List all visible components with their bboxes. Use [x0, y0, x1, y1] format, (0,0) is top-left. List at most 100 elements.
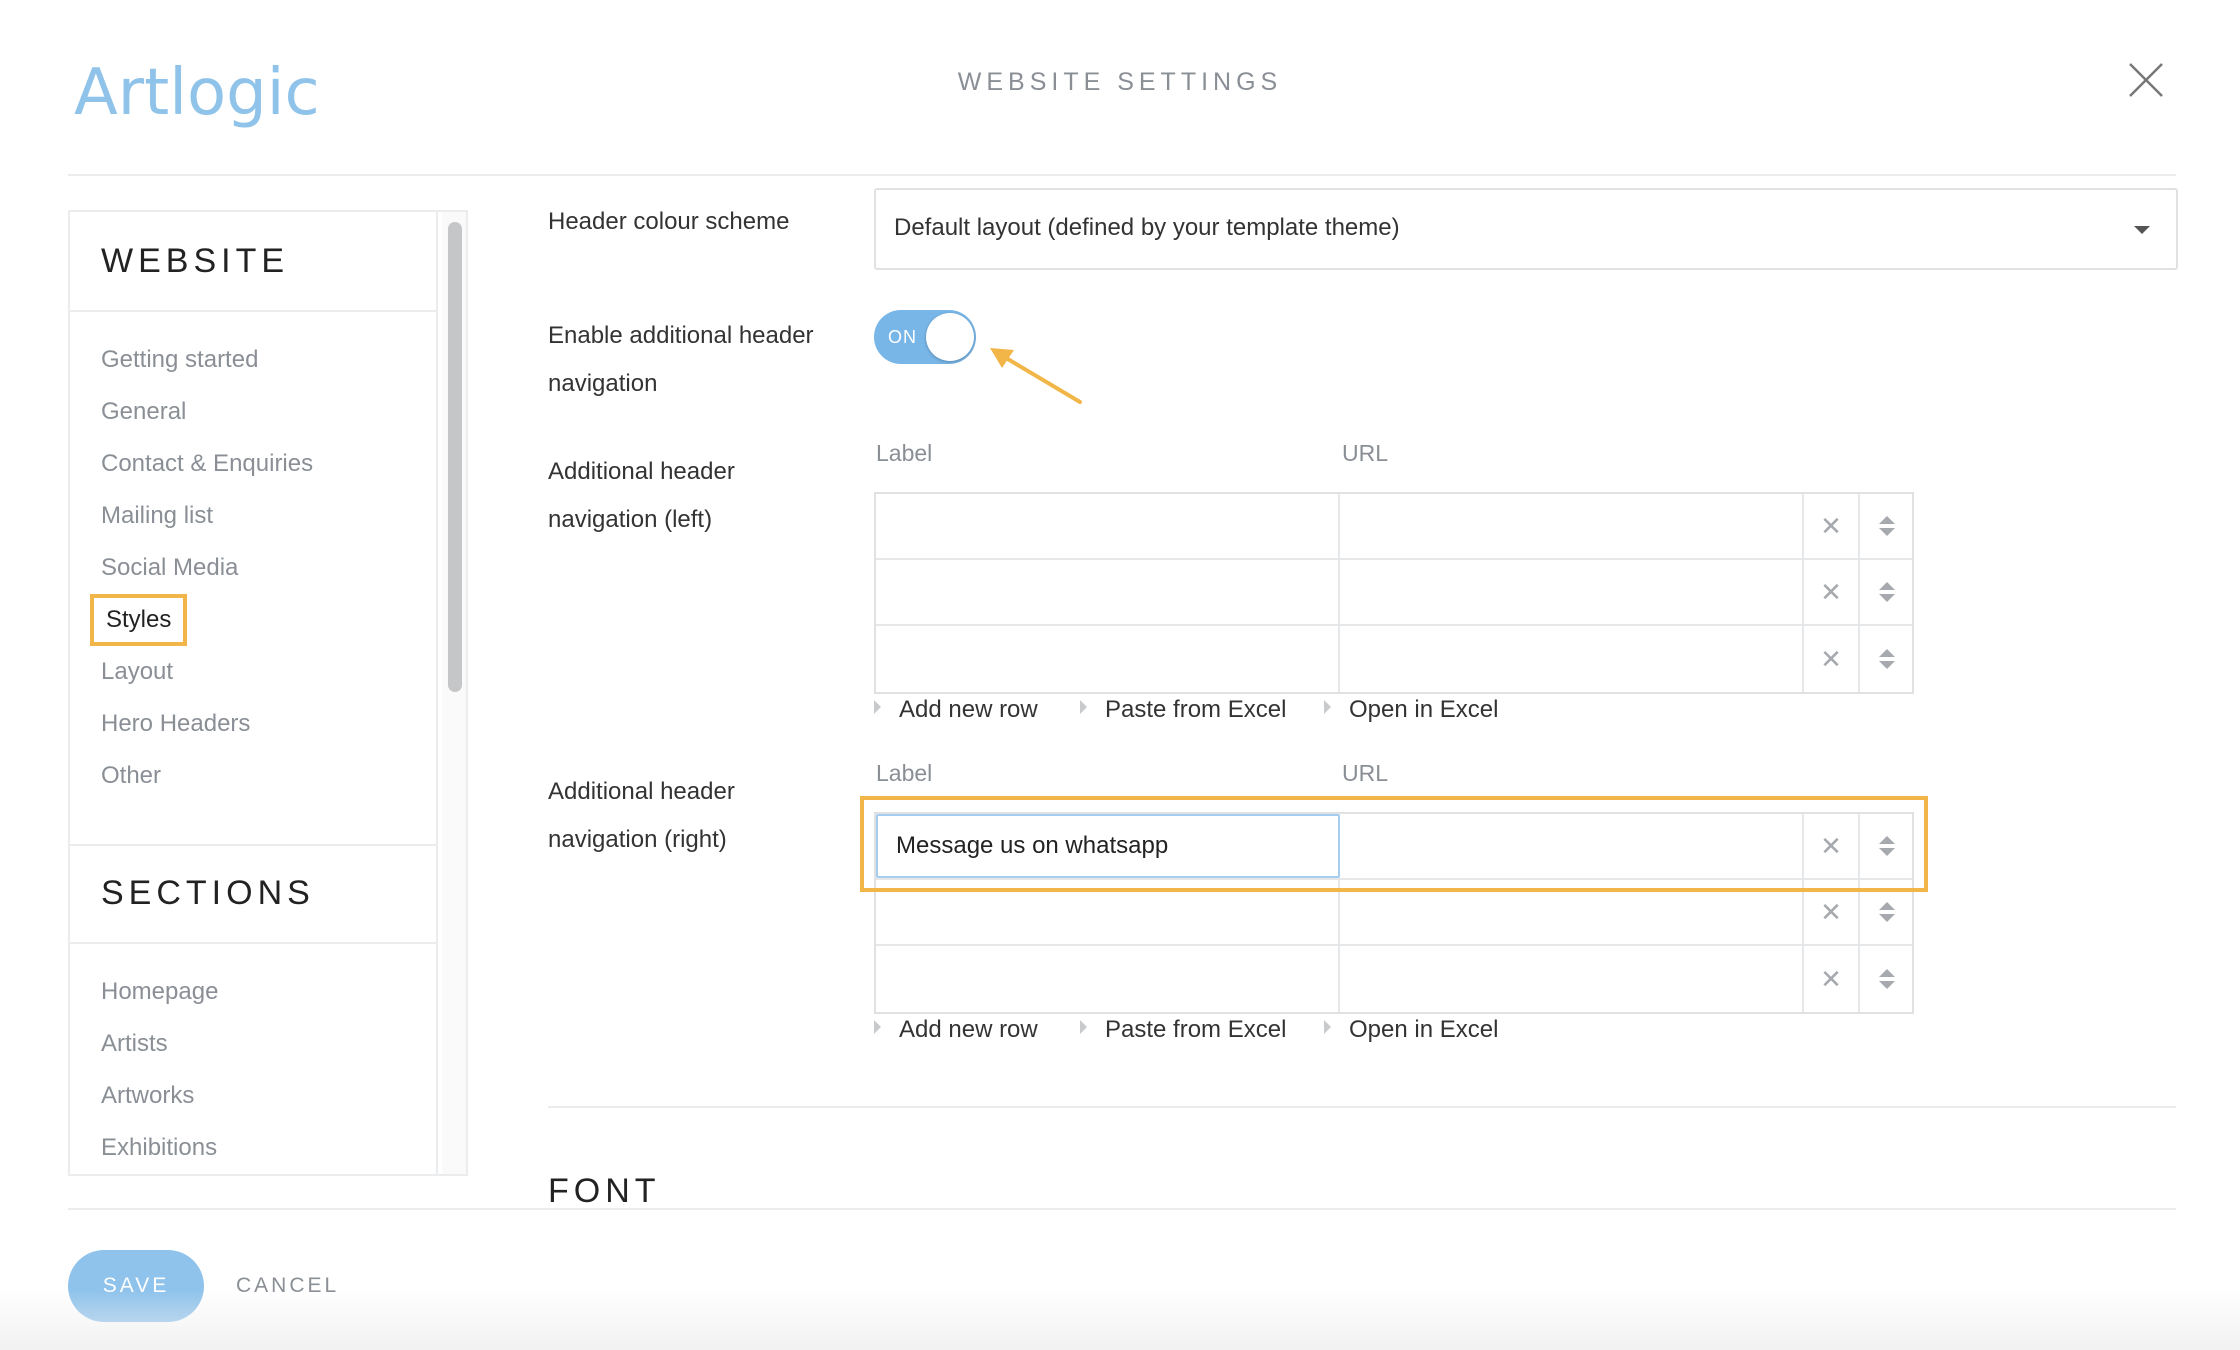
enable-nav-label: Enable additional header — [548, 322, 814, 349]
sort-icon — [1879, 516, 1895, 536]
table-row: ✕ — [876, 560, 1912, 626]
sidebar-item-hero-headers[interactable]: Hero Headers — [101, 710, 250, 738]
cancel-button[interactable]: CANCEL — [236, 1274, 339, 1298]
nav-right-label-input[interactable] — [878, 816, 1338, 876]
delete-row-button[interactable]: ✕ — [1804, 946, 1860, 1012]
nav-right-grid: ✕ ✕ ✕ — [874, 812, 1914, 1014]
nav-right-label-line2: navigation (right) — [548, 826, 727, 853]
close-icon — [2129, 63, 2163, 97]
open-excel-button[interactable]: Open in Excel — [1324, 696, 1498, 724]
caret-right-icon — [1324, 1020, 1331, 1034]
add-row-button[interactable]: Add new row — [874, 1016, 1038, 1044]
nav-right-url-input[interactable] — [1340, 814, 1802, 878]
sidebar-item-getting-started[interactable]: Getting started — [101, 346, 258, 374]
save-button[interactable]: SAVE — [68, 1250, 204, 1322]
caret-right-icon — [1080, 1020, 1087, 1034]
sidebar-item-styles[interactable]: Styles — [90, 594, 188, 646]
nav-right-url-input[interactable] — [1340, 946, 1802, 1012]
delete-row-button[interactable]: ✕ — [1804, 560, 1860, 624]
close-icon: ✕ — [1820, 897, 1842, 927]
sidebar-heading-sections: SECTIONS — [101, 874, 315, 912]
header-colour-select[interactable]: Default layout (defined by your template… — [874, 188, 2178, 270]
add-row-button[interactable]: Add new row — [874, 696, 1038, 724]
nav-left-url-input[interactable] — [1340, 626, 1802, 692]
sidebar-heading-website: WEBSITE — [101, 242, 290, 280]
page-title: WEBSITE SETTINGS — [957, 68, 1283, 96]
close-icon: ✕ — [1820, 964, 1842, 994]
nav-left-url-input[interactable] — [1340, 494, 1802, 558]
caret-right-icon — [1080, 700, 1087, 714]
reorder-handle[interactable] — [1860, 814, 1914, 878]
sort-icon — [1879, 902, 1895, 922]
sort-icon — [1879, 582, 1895, 602]
sidebar-item-social-media[interactable]: Social Media — [101, 554, 238, 582]
nav-left-label-input[interactable] — [876, 560, 1338, 624]
enable-nav-label-line2: navigation — [548, 370, 658, 397]
toggle-knob — [926, 313, 974, 361]
sidebar-scrollbar-thumb[interactable] — [448, 222, 462, 692]
reorder-handle[interactable] — [1860, 494, 1914, 558]
settings-sidebar: WEBSITE Getting started General Contact … — [68, 210, 468, 1176]
paste-excel-button[interactable]: Paste from Excel — [1080, 696, 1286, 724]
table-row: ✕ — [876, 946, 1912, 1012]
sidebar-item-artists[interactable]: Artists — [101, 1030, 168, 1058]
sidebar-item-exhibitions[interactable]: Exhibitions — [101, 1134, 217, 1162]
sidebar-item-contact-enquiries[interactable]: Contact & Enquiries — [101, 450, 313, 478]
section-divider — [548, 1106, 2176, 1108]
delete-row-button[interactable]: ✕ — [1804, 880, 1860, 944]
sort-icon — [1879, 969, 1895, 989]
nav-left-label-input[interactable] — [876, 494, 1338, 558]
sidebar-item-homepage[interactable]: Homepage — [101, 978, 218, 1006]
sidebar-item-mailing-list[interactable]: Mailing list — [101, 502, 213, 530]
caret-right-icon — [1324, 700, 1331, 714]
table-row: ✕ — [876, 626, 1912, 692]
sort-icon — [1879, 836, 1895, 856]
nav-left-label-input[interactable] — [876, 626, 1338, 692]
sidebar-item-artworks[interactable]: Artworks — [101, 1082, 194, 1110]
nav-right-col-label: Label — [876, 760, 933, 786]
nav-left-col-url: URL — [1342, 440, 1389, 466]
header-colour-label: Header colour scheme — [548, 208, 790, 235]
toggle-state-text: ON — [888, 327, 917, 347]
close-icon: ✕ — [1820, 831, 1842, 861]
header-colour-value: Default layout (defined by your template… — [894, 214, 1400, 241]
annotation-arrow-icon — [990, 348, 1082, 404]
sidebar-divider — [70, 942, 438, 944]
reorder-handle[interactable] — [1860, 946, 1914, 1012]
caret-right-icon — [874, 700, 881, 714]
enable-nav-toggle[interactable]: ON — [874, 310, 976, 364]
close-icon: ✕ — [1820, 577, 1842, 607]
reorder-handle[interactable] — [1860, 880, 1914, 944]
nav-left-label: Additional header — [548, 458, 735, 485]
nav-right-url-input[interactable] — [1340, 880, 1802, 944]
chevron-down-icon — [2134, 226, 2150, 234]
nav-left-url-input[interactable] — [1340, 560, 1802, 624]
font-section-heading: FONT — [548, 1172, 661, 1210]
sidebar-divider — [70, 310, 438, 312]
close-icon: ✕ — [1820, 644, 1842, 674]
table-row: ✕ — [876, 494, 1912, 560]
reorder-handle[interactable] — [1860, 560, 1914, 624]
paste-excel-button[interactable]: Paste from Excel — [1080, 1016, 1286, 1044]
delete-row-button[interactable]: ✕ — [1804, 626, 1860, 692]
table-row: ✕ — [876, 880, 1912, 946]
close-button[interactable] — [2126, 60, 2166, 100]
sidebar-item-layout[interactable]: Layout — [101, 658, 173, 686]
nav-right-label-input[interactable] — [876, 880, 1338, 944]
sidebar-item-general[interactable]: General — [101, 398, 186, 426]
open-excel-button[interactable]: Open in Excel — [1324, 1016, 1498, 1044]
footer-divider — [68, 1208, 2176, 1210]
sort-icon — [1879, 649, 1895, 669]
reorder-handle[interactable] — [1860, 626, 1914, 692]
nav-right-col-url: URL — [1342, 760, 1389, 786]
caret-right-icon — [874, 1020, 881, 1034]
delete-row-button[interactable]: ✕ — [1804, 494, 1860, 558]
nav-left-label-line2: navigation (left) — [548, 506, 713, 533]
nav-right-label-input[interactable] — [876, 946, 1338, 1012]
sidebar-divider — [70, 844, 438, 846]
bottom-shadow — [0, 1290, 2240, 1350]
nav-right-label: Additional header — [548, 778, 735, 805]
sidebar-item-other[interactable]: Other — [101, 762, 161, 790]
delete-row-button[interactable]: ✕ — [1804, 814, 1860, 878]
nav-left-col-label: Label — [876, 440, 933, 466]
